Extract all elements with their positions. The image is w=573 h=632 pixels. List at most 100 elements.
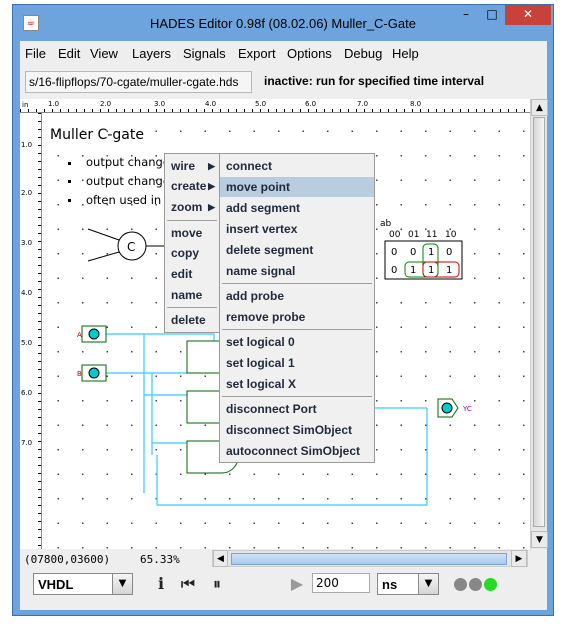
ctx-item-label: zoom <box>171 200 203 214</box>
ruler-tick: 3.0 <box>21 239 33 247</box>
submenu-remove-probe[interactable]: remove probe <box>220 307 374 327</box>
ruler-tick: 2.0 <box>100 100 112 108</box>
kmap-cell: 1 <box>428 247 434 258</box>
editor-client-area: File Edit View Layers Signals Export Opt… <box>20 41 548 610</box>
ruler-tick: 1.0 <box>48 100 60 108</box>
scroll-up-button[interactable]: ▲ <box>531 99 548 116</box>
submenu-add-probe[interactable]: add probe <box>220 286 374 306</box>
ruler-tick: 7.0 <box>357 100 369 108</box>
submenu-move-point[interactable]: move point <box>220 177 374 197</box>
maximize-button[interactable]: □ <box>479 5 505 25</box>
submenu-set-logical-0[interactable]: set logical 0 <box>220 332 374 352</box>
kmap-col: 00 <box>389 230 401 240</box>
input-switch-b[interactable]: B <box>77 364 107 382</box>
wire-submenu: connect move point add segment insert ve… <box>219 153 375 463</box>
karnaugh-map: ab 00 01 11 10 0 0 1 0 0 1 1 1 <box>380 219 463 280</box>
rewind-icon[interactable]: ⏮ <box>176 573 200 595</box>
input-switch-a[interactable]: A <box>77 325 107 343</box>
menu-bar: File Edit View Layers Signals Export Opt… <box>20 41 547 65</box>
chevron-down-icon[interactable]: ▼ <box>112 574 132 594</box>
submenu-set-logical-x[interactable]: set logical X <box>220 374 374 394</box>
ruler-tick: 2.0 <box>21 189 33 197</box>
top-ruler: in 1.0 2.0 3.0 4.0 5.0 6.0 7.0 8.0 <box>20 99 530 113</box>
scroll-left-button[interactable]: ◀ <box>213 550 228 567</box>
left-ruler: 1.0 2.0 3.0 4.0 5.0 6.0 7.0 <box>20 113 42 549</box>
cursor-coordinates: (07800,03600) <box>24 553 111 566</box>
ctx-item-name[interactable]: name <box>165 285 219 305</box>
language-value: VHDL <box>38 577 74 592</box>
submenu-connect[interactable]: connect <box>220 156 374 176</box>
scroll-right-button[interactable]: ▶ <box>511 550 527 567</box>
submenu-disconnect-port[interactable]: disconnect Port <box>220 399 374 419</box>
output-label: YC <box>462 405 472 413</box>
menu-signals[interactable]: Signals <box>183 46 226 61</box>
kmap-col: 01 <box>408 230 419 240</box>
ctx-item-delete[interactable]: delete <box>165 310 219 330</box>
status-led-2 <box>469 578 482 591</box>
ruler-tick: 4.0 <box>205 100 217 108</box>
kmap-cell: 0 <box>391 247 397 258</box>
menu-debug[interactable]: Debug <box>344 46 382 61</box>
ctx-item-copy[interactable]: copy <box>165 243 219 263</box>
submenu-delete-segment[interactable]: delete segment <box>220 240 374 260</box>
simulation-toolbar: VHDL ▼ i ⏮ ⏸ ▶ 200 ns ▼ <box>20 573 547 610</box>
menu-view[interactable]: View <box>90 46 118 61</box>
menu-separator <box>222 329 372 330</box>
vertical-scrollbar[interactable]: ▲ ▼ <box>530 99 548 549</box>
menu-separator <box>222 396 372 397</box>
scroll-down-button[interactable]: ▼ <box>531 531 548 548</box>
run-time-input[interactable]: 200 <box>312 573 370 593</box>
ruler-tick: 8.0 <box>410 100 422 108</box>
bullet-marker <box>68 199 71 202</box>
title-bar[interactable]: ☕ HADES Editor 0.98f (08.02.06) Muller_C… <box>13 5 553 41</box>
ctx-item-wire[interactable]: wire ▶ <box>165 156 219 176</box>
info-icon[interactable]: i <box>153 573 169 595</box>
menu-separator <box>167 220 217 221</box>
submenu-add-segment[interactable]: add segment <box>220 198 374 218</box>
schematic-drawing[interactable]: Muller C-gate output changes to 0, if al… <box>42 113 530 549</box>
submenu-name-signal[interactable]: name signal <box>220 261 374 281</box>
ctx-item-label: create <box>171 179 207 193</box>
pause-icon[interactable]: ⏸ <box>206 573 228 595</box>
language-select[interactable]: VHDL ▼ <box>33 573 133 595</box>
kmap-col: 11 <box>426 230 437 240</box>
chevron-down-icon[interactable]: ▼ <box>418 574 438 594</box>
menu-file[interactable]: File <box>25 46 46 61</box>
horizontal-scroll-thumb[interactable] <box>231 553 507 565</box>
menu-export[interactable]: Export <box>238 46 276 61</box>
status-led-3 <box>484 578 497 591</box>
menu-layers[interactable]: Layers <box>132 46 171 61</box>
menu-edit[interactable]: Edit <box>58 46 80 61</box>
submenu-autoconnect-simobject[interactable]: autoconnect SimObject <box>220 441 374 461</box>
bullet-marker <box>68 180 71 183</box>
status-led-1 <box>454 578 467 591</box>
ruler-tick: 5.0 <box>21 339 33 347</box>
play-icon[interactable]: ▶ <box>288 573 306 595</box>
submenu-disconnect-simobject[interactable]: disconnect SimObject <box>220 420 374 440</box>
vertical-scroll-thumb[interactable] <box>533 117 545 527</box>
menu-separator <box>222 283 372 284</box>
kmap-cell: 1 <box>428 265 434 276</box>
ruler-unit: in <box>22 101 29 109</box>
ctx-item-move[interactable]: move <box>165 223 219 243</box>
minimize-button[interactable]: – <box>453 5 479 25</box>
file-path-field[interactable]: s/16-flipflops/70-cgate/muller-cgate.hds <box>25 71 252 93</box>
menu-options[interactable]: Options <box>287 46 332 61</box>
ctx-item-create[interactable]: create ▶ <box>165 176 219 196</box>
ruler-tick: 3.0 <box>154 100 166 108</box>
submenu-set-logical-1[interactable]: set logical 1 <box>220 353 374 373</box>
submenu-insert-vertex[interactable]: insert vertex <box>220 219 374 239</box>
close-button[interactable]: ✕ <box>505 5 551 25</box>
ctx-item-edit[interactable]: edit <box>165 264 219 284</box>
time-unit-value: ns <box>382 577 398 592</box>
output-probe[interactable]: YC <box>437 398 472 418</box>
menu-help[interactable]: Help <box>392 46 419 61</box>
ctx-item-zoom[interactable]: zoom ▶ <box>165 197 219 217</box>
horizontal-scrollbar[interactable]: ◀ ▶ <box>212 550 528 567</box>
kmap-cell: 0 <box>446 247 452 258</box>
submenu-arrow-icon: ▶ <box>208 181 215 191</box>
kmap-cell: 0 <box>410 247 416 258</box>
ruler-tick: 6.0 <box>21 389 33 397</box>
zoom-level: 65.33% <box>140 553 180 566</box>
time-unit-select[interactable]: ns ▼ <box>377 573 439 595</box>
